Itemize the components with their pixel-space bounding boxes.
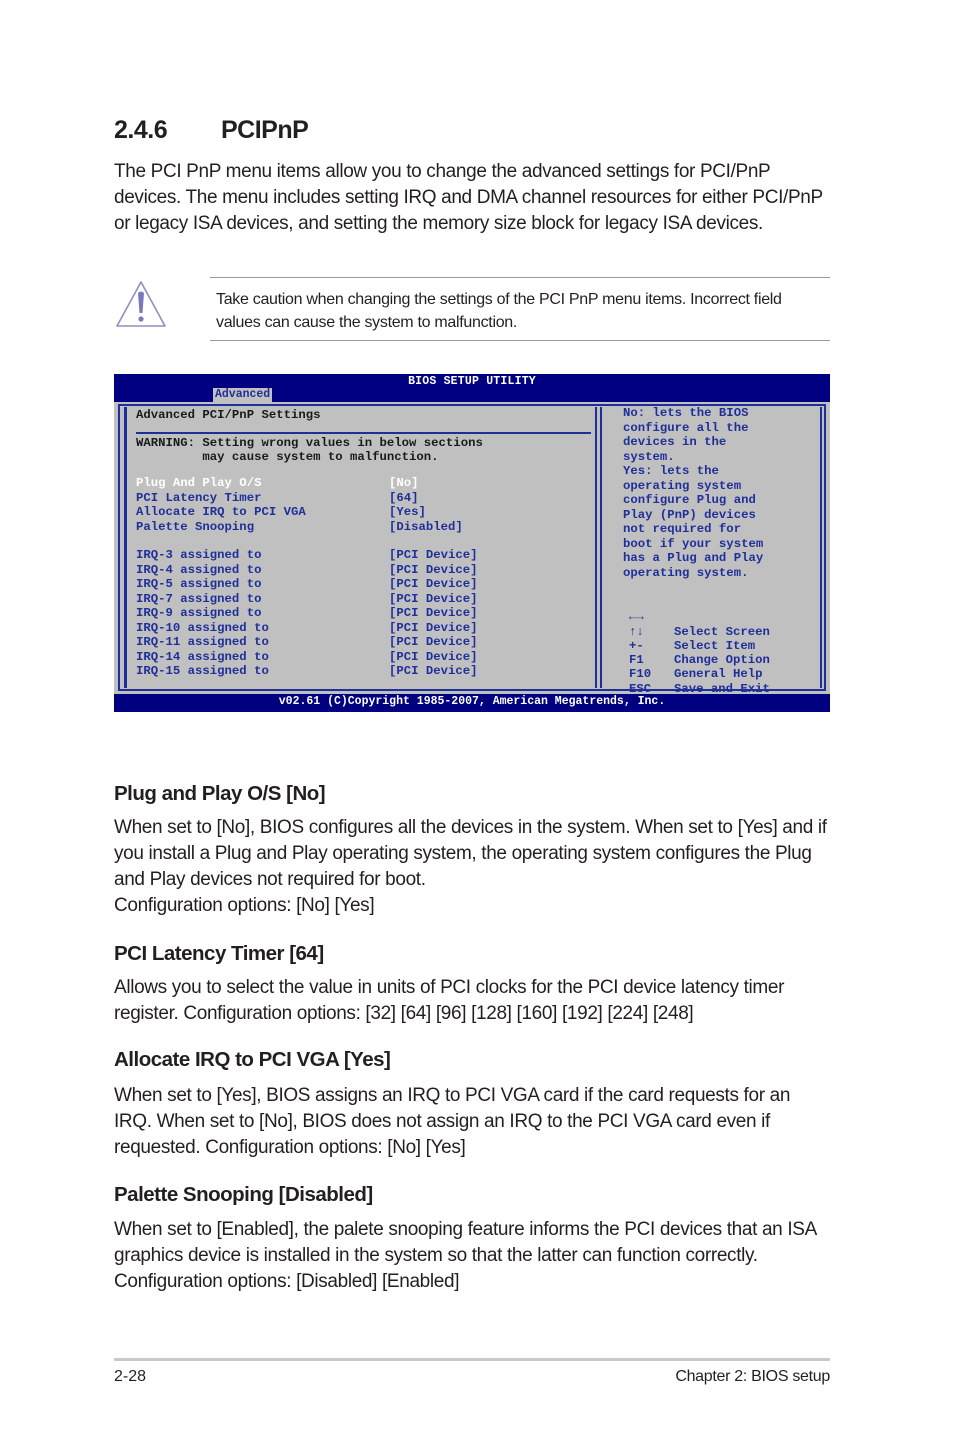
bios-title: BIOS SETUP UTILITY — [408, 375, 536, 388]
bios-irq-value: [PCI Device] — [389, 562, 478, 577]
bios-help-text: No: lets the BIOS configure all the devi… — [623, 406, 764, 580]
subsection-text: When set to [No], BIOS configures all th… — [114, 817, 827, 890]
bios-key-label: Select Item — [674, 638, 756, 653]
bios-setting-label: PCI Latency Timer — [136, 490, 262, 505]
bios-setting-value: [Yes] — [389, 505, 426, 519]
bios-irq-label: IRQ-9 assigned to — [136, 606, 262, 620]
footer-rule — [114, 1358, 830, 1361]
bios-irq-value: [PCI Device] — [389, 577, 478, 591]
bios-irq-value: [PCI Device] — [389, 606, 478, 620]
bios-key-label: General Help — [674, 667, 763, 682]
bios-irq-value: [PCI Device] — [389, 591, 478, 606]
section-title: 2.4.6 PCIPnP — [114, 116, 309, 145]
bios-irq-label: IRQ-7 assigned to — [136, 591, 262, 606]
bios-irq-label: IRQ-3 assigned to — [136, 548, 262, 562]
bios-setting-value: [64] — [389, 490, 419, 505]
bios-panel-title: Advanced PCI/PnP Settings — [136, 408, 321, 422]
bios-irq-value: [PCI Device] — [389, 649, 478, 664]
subsection-body: When set to [Yes], BIOS assigns an IRQ t… — [114, 1083, 830, 1161]
bios-tab-advanced[interactable]: Advanced — [213, 388, 273, 402]
bios-screen: BIOS SETUP UTILITY Advanced Advanced PCI… — [114, 374, 830, 712]
warning-triangle-icon — [116, 281, 166, 327]
subsection-body: When set to [Enabled], the palete snoopi… — [114, 1217, 830, 1295]
bios-irq-label: IRQ-15 assigned to — [136, 664, 269, 678]
subsection-heading: Allocate IRQ to PCI VGA [Yes] — [114, 1048, 391, 1071]
bios-warning-line: WARNING: Setting wrong values in below s… — [136, 436, 483, 450]
bios-warning-line: may cause system to malfunction. — [136, 450, 439, 464]
subsection-body: Allows you to select the value in units … — [114, 975, 830, 1027]
bios-irq-label: IRQ-10 assigned to — [136, 620, 269, 635]
subsection-body: When set to [No], BIOS configures all th… — [114, 815, 830, 919]
bios-irq-value: [PCI Device] — [389, 548, 478, 562]
bios-setting-value: [Disabled] — [389, 519, 463, 534]
bios-key-label: Change Option — [674, 653, 770, 668]
bios-irq-label: IRQ-4 assigned to — [136, 562, 262, 577]
subsection-heading: PCI Latency Timer [64] — [114, 942, 324, 965]
bios-irq-label: IRQ-11 assigned to — [136, 635, 269, 649]
bios-setting-label: Allocate IRQ to PCI VGA — [136, 505, 306, 519]
bios-title-bar: BIOS SETUP UTILITY Advanced — [114, 374, 830, 402]
bios-setting-label: Palette Snooping — [136, 519, 255, 534]
section-number: 2.4.6 — [114, 116, 168, 144]
bios-irq-value: [PCI Device] — [389, 664, 478, 678]
bios-setting-value: [No] — [389, 476, 419, 490]
bios-copyright: v02.61 (C)Copyright 1985-2007, American … — [278, 695, 666, 708]
bios-irq-value: [PCI Device] — [389, 635, 478, 649]
bios-irq-label: IRQ-5 assigned to — [136, 577, 262, 591]
bios-setting-label: Plug And Play O/S — [136, 476, 262, 490]
caution-box: Take caution when changing the settings … — [210, 277, 830, 341]
bios-irq-value: [PCI Device] — [389, 620, 478, 635]
caution-note: Take caution when changing the settings … — [114, 277, 830, 341]
chapter-title: Chapter 2: BIOS setup — [675, 1368, 830, 1385]
bios-footer-bar: v02.61 (C)Copyright 1985-2007, American … — [114, 694, 830, 712]
bios-irq-label: IRQ-14 assigned to — [136, 649, 269, 664]
subsection-text: Allows you to select the value in units … — [114, 977, 785, 1024]
section-name: PCIPnP — [221, 116, 309, 144]
subsection-text: When set to [Enabled], the palete snoopi… — [114, 1219, 816, 1292]
caution-text: Take caution when changing the settings … — [216, 291, 782, 331]
subsection-text: When set to [Yes], BIOS assigns an IRQ t… — [114, 1085, 791, 1158]
subsection-heading: Palette Snooping [Disabled] — [114, 1183, 373, 1206]
bios-key-label: Select Screen — [674, 624, 770, 639]
intro-paragraph: The PCI PnP menu items allow you to chan… — [114, 161, 823, 234]
subsection-heading: Plug and Play O/S [No] — [114, 782, 326, 805]
subsection-options: Configuration options: [No] [Yes] — [114, 895, 375, 916]
bios-divider — [136, 432, 591, 434]
page-number: 2-28 — [114, 1368, 147, 1385]
